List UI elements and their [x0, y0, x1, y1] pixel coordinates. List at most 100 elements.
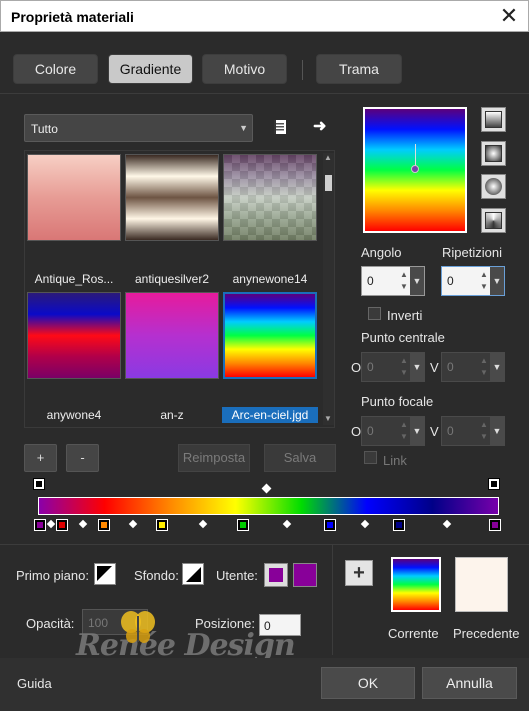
- color-stop[interactable]: [156, 519, 168, 531]
- tab-motivo[interactable]: Motivo: [202, 54, 287, 84]
- arrow-right-icon[interactable]: ➜: [313, 116, 331, 135]
- gradient-swatch[interactable]: [125, 292, 219, 379]
- cancel-button[interactable]: Annulla: [422, 667, 517, 699]
- category-value: Tutto: [31, 122, 58, 136]
- user-label: Utente:: [216, 568, 258, 583]
- color-midpoint[interactable]: [78, 519, 88, 529]
- help-link[interactable]: Guida: [17, 676, 52, 691]
- foreground-label: Primo piano:: [16, 568, 89, 583]
- chevron-down-icon: ▼: [410, 417, 424, 445]
- add-gradient-button[interactable]: +: [24, 444, 57, 472]
- scrollbar[interactable]: ▲ ▼: [323, 153, 334, 425]
- scroll-up-icon[interactable]: ▲: [324, 153, 332, 162]
- position-label: Posizione:: [195, 616, 255, 631]
- angle-stepper[interactable]: 0 ▲ ▼ ▼: [361, 266, 425, 296]
- color-stop[interactable]: [393, 519, 405, 531]
- spin-arrows-icon[interactable]: ▲ ▼: [398, 269, 410, 293]
- chevron-down-icon[interactable]: ▼: [410, 267, 424, 295]
- chevron-down-icon: ▼: [490, 417, 504, 445]
- user-swatch[interactable]: [264, 563, 288, 587]
- invert-checkbox[interactable]: [368, 307, 381, 320]
- tab-gradiente[interactable]: Gradiente: [108, 54, 193, 84]
- opacity-stop-left[interactable]: [33, 478, 45, 490]
- chevron-down-icon: ▼: [239, 123, 248, 133]
- gradient-bar[interactable]: [38, 497, 499, 515]
- focal-v-value: 0: [447, 424, 454, 438]
- repeats-value: 0: [447, 274, 454, 288]
- color-midpoint[interactable]: [128, 519, 138, 529]
- gradient-swatch-selected[interactable]: [223, 292, 317, 379]
- link-checkbox[interactable]: [364, 451, 377, 464]
- tab-separator: [302, 60, 303, 80]
- color-stop[interactable]: [324, 519, 336, 531]
- position-value: 0: [264, 619, 271, 633]
- reset-button[interactable]: Reimposta: [178, 444, 250, 472]
- category-select[interactable]: Tutto ▼: [24, 114, 253, 142]
- angle-handle[interactable]: [411, 165, 419, 173]
- scroll-thumb[interactable]: [325, 175, 332, 191]
- rectangular-shape-icon[interactable]: [481, 141, 506, 166]
- focal-o-stepper[interactable]: 0 ▲ ▼ ▼: [361, 416, 425, 446]
- gradient-swatch[interactable]: [125, 154, 219, 241]
- color-midpoint[interactable]: [360, 519, 369, 529]
- user-color-swatch[interactable]: [293, 563, 317, 587]
- center-v-label: V: [430, 360, 439, 375]
- gradient-label-selected: Arc-en-ciel.jgd: [222, 407, 318, 423]
- footer: Guida OK Annulla: [0, 658, 529, 711]
- gradient-swatch[interactable]: [27, 292, 121, 379]
- divider: [332, 545, 333, 655]
- center-o-value: 0: [367, 360, 374, 374]
- spin-arrows-icon: ▲ ▼: [400, 356, 408, 377]
- opacity-midpoint[interactable]: [261, 483, 272, 494]
- ok-button[interactable]: OK: [321, 667, 415, 699]
- gradient-swatch[interactable]: [27, 154, 121, 241]
- previous-swatch[interactable]: [455, 557, 508, 612]
- gradient-preview[interactable]: [363, 107, 467, 233]
- position-field[interactable]: 0: [259, 614, 301, 636]
- center-o-stepper[interactable]: 0 ▲ ▼ ▼: [361, 352, 425, 382]
- current-label: Corrente: [388, 626, 439, 641]
- close-icon[interactable]: ✕: [498, 5, 520, 27]
- color-stop[interactable]: [34, 519, 46, 531]
- angle-value: 0: [367, 274, 374, 288]
- color-midpoint[interactable]: [46, 519, 56, 529]
- save-button[interactable]: Salva: [264, 444, 336, 472]
- foreground-swatch[interactable]: [94, 563, 116, 585]
- spin-arrows-icon: ▲ ▼: [400, 420, 408, 441]
- color-stop[interactable]: [56, 519, 68, 531]
- opacity-stop-right[interactable]: [488, 478, 500, 490]
- library-icon[interactable]: [271, 118, 289, 136]
- repeats-stepper[interactable]: 0 ▲ ▼ ▼: [441, 266, 505, 296]
- focal-o-label: O: [351, 424, 362, 439]
- scroll-down-icon[interactable]: ▼: [324, 414, 332, 423]
- repeats-label: Ripetizioni: [442, 245, 502, 260]
- remove-gradient-button[interactable]: -: [66, 444, 99, 472]
- color-stop[interactable]: [489, 519, 501, 531]
- sunburst-shape-icon[interactable]: [481, 208, 506, 233]
- center-v-stepper[interactable]: 0 ▲ ▼ ▼: [441, 352, 505, 382]
- background-swatch[interactable]: [182, 563, 204, 585]
- color-midpoint[interactable]: [198, 519, 207, 529]
- radial-shape-icon[interactable]: [481, 174, 506, 199]
- center-o-label: O: [351, 360, 362, 375]
- gradient-label: anywone4: [46, 408, 102, 422]
- color-stop[interactable]: [98, 519, 110, 531]
- tab-trama[interactable]: Trama: [316, 54, 402, 84]
- spin-arrows-icon[interactable]: ▲ ▼: [478, 269, 490, 293]
- butterfly-icon: [118, 608, 158, 648]
- gradient-swatch[interactable]: [223, 154, 317, 241]
- center-point-label: Punto centrale: [361, 330, 445, 345]
- current-swatch: [391, 557, 441, 612]
- chevron-down-icon[interactable]: ▼: [490, 267, 504, 295]
- color-stop[interactable]: [237, 519, 249, 531]
- angle-label: Angolo: [361, 245, 402, 260]
- focal-v-stepper[interactable]: 0 ▲ ▼ ▼: [441, 416, 505, 446]
- linear-shape-icon[interactable]: [481, 107, 506, 132]
- link-label: Link: [383, 453, 407, 468]
- color-midpoint[interactable]: [442, 519, 452, 529]
- add-swatch-button[interactable]: +: [345, 560, 373, 586]
- color-midpoint[interactable]: [282, 519, 291, 529]
- center-v-value: 0: [447, 360, 454, 374]
- title-bar: Proprietà materiali ✕: [0, 0, 529, 32]
- tab-colore[interactable]: Colore: [13, 54, 98, 84]
